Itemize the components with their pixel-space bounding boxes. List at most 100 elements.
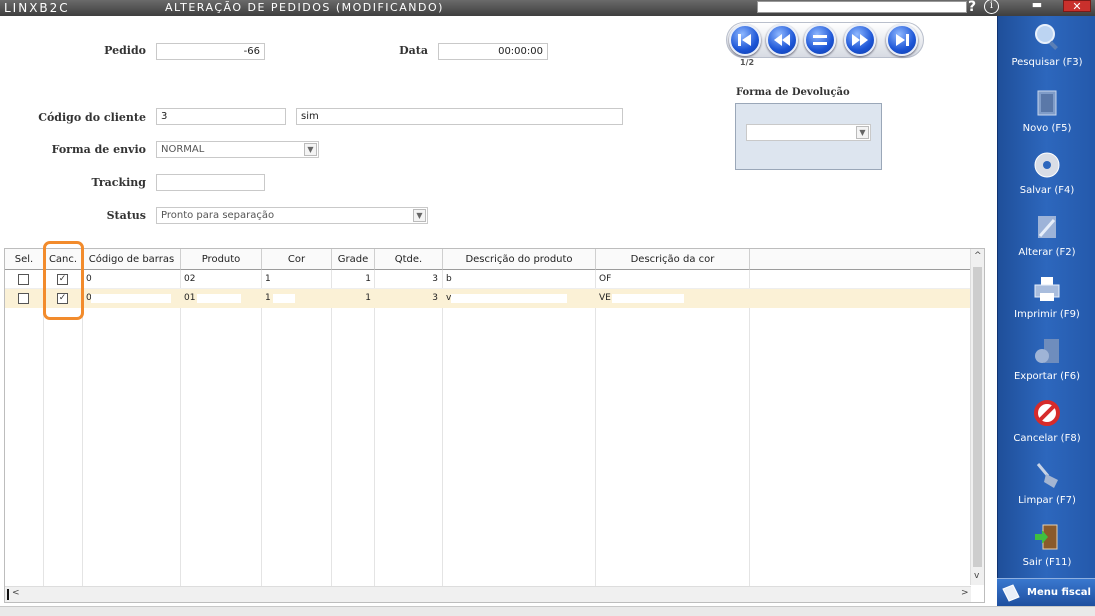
scroll-left-arrow[interactable]: < [12,588,20,598]
pesquisar-label: Pesquisar (F3) [1011,57,1083,68]
status-bar [0,606,1095,616]
scroll-right-arrow[interactable]: > [961,588,969,598]
imprimir-button[interactable]: Imprimir (F9) [998,272,1095,332]
status-label: Status [106,209,146,222]
pesquisar-button[interactable]: Pesquisar (F3) [998,20,1095,80]
cancel-icon [1034,400,1060,426]
salvar-button[interactable]: Salvar (F4) [998,148,1095,208]
forma-devolucao-select[interactable]: ▼ [746,124,871,141]
menu-fiscal-label: Menu fiscal [1027,587,1091,598]
minimize-button[interactable]: ▬ [1026,0,1048,14]
close-button[interactable]: ✕ [1063,0,1091,13]
col-header-descricao-cor[interactable]: Descrição da cor [596,249,750,270]
salvar-label: Salvar (F4) [1019,185,1075,196]
horizontal-scrollbar[interactable]: < > [5,586,971,602]
redacted-block [451,294,567,303]
cancelar-button[interactable]: Cancelar (F8) [998,396,1095,456]
sel-checkbox[interactable] [18,274,29,285]
last-record-button[interactable] [886,24,918,56]
skip-first-icon [738,34,751,46]
data-label: Data [399,44,428,57]
list-records-button[interactable] [804,24,836,56]
edit-icon [1038,216,1056,238]
limpar-button[interactable]: Limpar (F7) [998,458,1095,518]
column-divider [374,270,375,586]
col-header-codigo-barras[interactable]: Código de barras [83,249,181,270]
cell-produto: 02 [184,274,196,284]
col-header-blank [750,249,971,270]
column-divider [442,270,443,586]
scroll-up-arrow[interactable]: ^ [974,251,982,261]
chevron-down-icon: ▼ [304,143,317,156]
column-divider [749,270,750,586]
cell-qtde: 3 [432,293,438,303]
exportar-button[interactable]: Exportar (F6) [998,334,1095,394]
col-header-sel[interactable]: Sel. [5,249,44,270]
previous-record-button[interactable] [766,24,798,56]
canc-column-highlight [43,241,84,320]
forma-envio-value: NORMAL [161,144,205,155]
limpar-label: Limpar (F7) [1018,495,1076,506]
forma-devolucao-panel: ▼ [735,103,882,170]
menu-fiscal-button[interactable]: Menu fiscal [997,578,1095,606]
new-document-icon [1037,90,1057,116]
column-divider [261,270,262,586]
codigo-cliente-label: Código do cliente [38,111,146,124]
sair-label: Sair (F11) [1022,557,1072,568]
cancelar-label: Cancelar (F8) [1013,433,1081,444]
export-icon [1035,339,1059,363]
printer-icon [1034,277,1060,301]
forma-envio-select[interactable]: NORMAL ▼ [156,141,319,158]
title-bar: LINXB2C ALTERAÇÃO DE PEDIDOS (MODIFICAND… [0,0,1095,16]
cell-codigo-barras: 0 [86,274,92,284]
tracking-label: Tracking [91,176,147,189]
column-divider [331,270,332,586]
status-value: Pronto para separação [161,210,275,221]
sel-checkbox[interactable] [18,293,29,304]
table-row[interactable]: ✓ 0 02 1 1 3 b OF [5,270,971,289]
table-row-selected[interactable]: ✓ 0 01 1 1 3 v VE [5,289,971,308]
cell-descricao-cor: OF [599,274,612,284]
exit-door-icon [1035,524,1058,550]
title-search-field[interactable] [757,1,967,13]
novo-label: Novo (F5) [1022,123,1072,134]
help-icon[interactable]: ? [968,0,976,15]
broom-icon [1036,463,1058,488]
redacted-block [273,294,295,303]
pedido-label: Pedido [104,44,146,57]
cell-descricao-produto: b [446,274,452,284]
first-record-button[interactable] [729,24,761,56]
vertical-scroll-thumb[interactable] [973,267,982,567]
col-header-grade[interactable]: Grade [332,249,375,270]
cell-grade: 1 [365,293,371,303]
pedido-field[interactable]: -66 [156,43,265,60]
info-icon[interactable]: i [984,0,999,14]
cliente-nome-field[interactable]: sim [296,108,623,125]
scroll-down-arrow[interactable]: v [974,571,979,581]
alterar-button[interactable]: Alterar (F2) [998,210,1095,270]
chevron-down-icon: ▼ [856,126,869,139]
window-title: ALTERAÇÃO DE PEDIDOS (MODIFICANDO) [165,1,444,14]
list-icon [813,35,827,45]
action-sidebar: Pesquisar (F3) Novo (F5) Salvar (F4) Alt… [997,16,1095,606]
app-name: LINXB2C [4,1,70,15]
cell-qtde: 3 [432,274,438,284]
codigo-cliente-field[interactable]: 3 [156,108,286,125]
col-header-cor[interactable]: Cor [262,249,332,270]
cell-grade: 1 [365,274,371,284]
scroll-position-marker [7,589,9,600]
redacted-block [91,294,171,303]
forma-devolucao-label: Forma de Devolução [736,87,850,98]
col-header-qtde[interactable]: Qtde. [375,249,443,270]
sair-button[interactable]: Sair (F11) [998,520,1095,580]
data-field[interactable]: 00:00:00 [438,43,548,60]
vertical-scrollbar[interactable]: ^ v [970,249,984,585]
next-record-button[interactable] [844,24,876,56]
redacted-block [197,294,241,303]
save-disc-icon [1034,152,1060,178]
novo-button[interactable]: Novo (F5) [998,86,1095,146]
col-header-produto[interactable]: Produto [181,249,262,270]
tracking-field[interactable] [156,174,265,191]
status-select[interactable]: Pronto para separação ▼ [156,207,428,224]
col-header-descricao-produto[interactable]: Descrição do produto [443,249,596,270]
